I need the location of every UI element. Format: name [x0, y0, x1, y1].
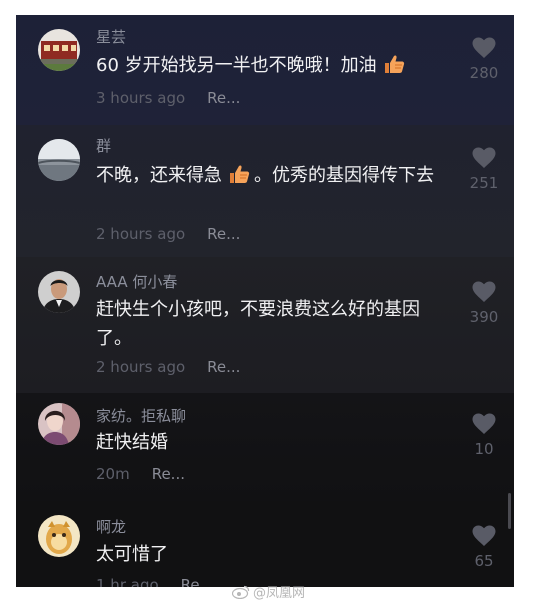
reply-button[interactable]: Re...	[207, 225, 240, 243]
comment-meta: 2 hours ago Re...	[96, 225, 240, 243]
comment-text: 60 岁开始找另一半也不晚哦！加油	[96, 51, 441, 83]
like-button[interactable]: 251	[464, 147, 504, 192]
reply-button[interactable]: Re...	[181, 576, 214, 587]
comment-text-content: 60 岁开始找另一半也不晚哦！加油	[96, 55, 377, 76]
like-count: 390	[469, 308, 499, 326]
scrollbar[interactable]	[508, 493, 511, 529]
comment-item: 星芸 60 岁开始找另一半也不晚哦！加油 3 hours ago Re... 28…	[16, 15, 514, 125]
comment-text-after: 。优秀的基因得传下去	[254, 165, 434, 186]
comment-time: 2 hours ago	[96, 225, 186, 243]
like-count: 65	[474, 552, 494, 570]
like-count: 280	[469, 64, 499, 82]
like-count: 10	[474, 440, 494, 458]
watermark: @凤凰网	[231, 582, 306, 601]
reply-button[interactable]: Re...	[207, 89, 240, 107]
watermark-text: @凤凰网	[253, 586, 306, 601]
username[interactable]: 群	[96, 135, 111, 156]
comment-meta: 3 hours ago Re...	[96, 89, 240, 107]
heart-icon	[472, 37, 496, 58]
heart-icon	[472, 525, 496, 546]
comment-meta: 2 hours ago Re...	[96, 358, 240, 376]
comment-meta: 20m Re...	[96, 465, 185, 483]
reply-button[interactable]: Re...	[152, 465, 185, 483]
avatar[interactable]	[38, 139, 80, 181]
like-button[interactable]: 65	[464, 525, 504, 570]
avatar[interactable]	[38, 515, 80, 557]
avatar[interactable]	[38, 271, 80, 313]
like-button[interactable]: 280	[464, 37, 504, 82]
like-count: 251	[469, 174, 499, 192]
comment-list: 星芸 60 岁开始找另一半也不晚哦！加油 3 hours ago Re... 28…	[16, 15, 514, 587]
comment-text: 赶快结婚	[96, 432, 168, 453]
heart-icon	[472, 147, 496, 168]
comment-text: 赶快生个小孩吧，不要浪费这么好的基因了。	[96, 299, 420, 349]
comment-item: 家纺。拒私聊 赶快结婚 20m Re... 10	[16, 393, 514, 501]
heart-icon	[472, 281, 496, 302]
weibo-logo-icon	[231, 585, 250, 601]
comment-meta: 1 hr ago Re...	[96, 576, 214, 587]
comment-time: 20m	[96, 465, 130, 483]
comment-time: 1 hr ago	[96, 576, 159, 587]
avatar[interactable]	[38, 403, 80, 445]
heart-icon	[472, 413, 496, 434]
thumbs-up-emoji-icon	[383, 54, 405, 83]
reply-button[interactable]: Re...	[207, 358, 240, 376]
comment-time: 3 hours ago	[96, 89, 186, 107]
avatar[interactable]	[38, 29, 80, 71]
comment-text: 太可惜了	[96, 544, 168, 565]
comment-text-before: 不晚，还来得急	[96, 165, 222, 186]
thumbs-up-emoji-icon	[228, 164, 250, 193]
username[interactable]: 星芸	[96, 26, 126, 47]
comment-time: 2 hours ago	[96, 358, 186, 376]
comment-item: 群 不晚，还来得急 。优秀的基因得传下去 2 hours ago Re... 251	[16, 125, 514, 257]
username[interactable]: 啊龙	[96, 516, 126, 537]
comment-item: 啊龙 太可惜了 1 hr ago Re... 65	[16, 501, 514, 587]
username[interactable]: 家纺。拒私聊	[96, 405, 186, 426]
like-button[interactable]: 390	[464, 281, 504, 326]
comment-text: 不晚，还来得急 。优秀的基因得传下去	[96, 161, 441, 193]
comment-item: AAA 何小春 赶快生个小孩吧，不要浪费这么好的基因了。 2 hours ago…	[16, 257, 514, 393]
like-button[interactable]: 10	[464, 413, 504, 458]
username[interactable]: AAA 何小春	[96, 271, 177, 292]
